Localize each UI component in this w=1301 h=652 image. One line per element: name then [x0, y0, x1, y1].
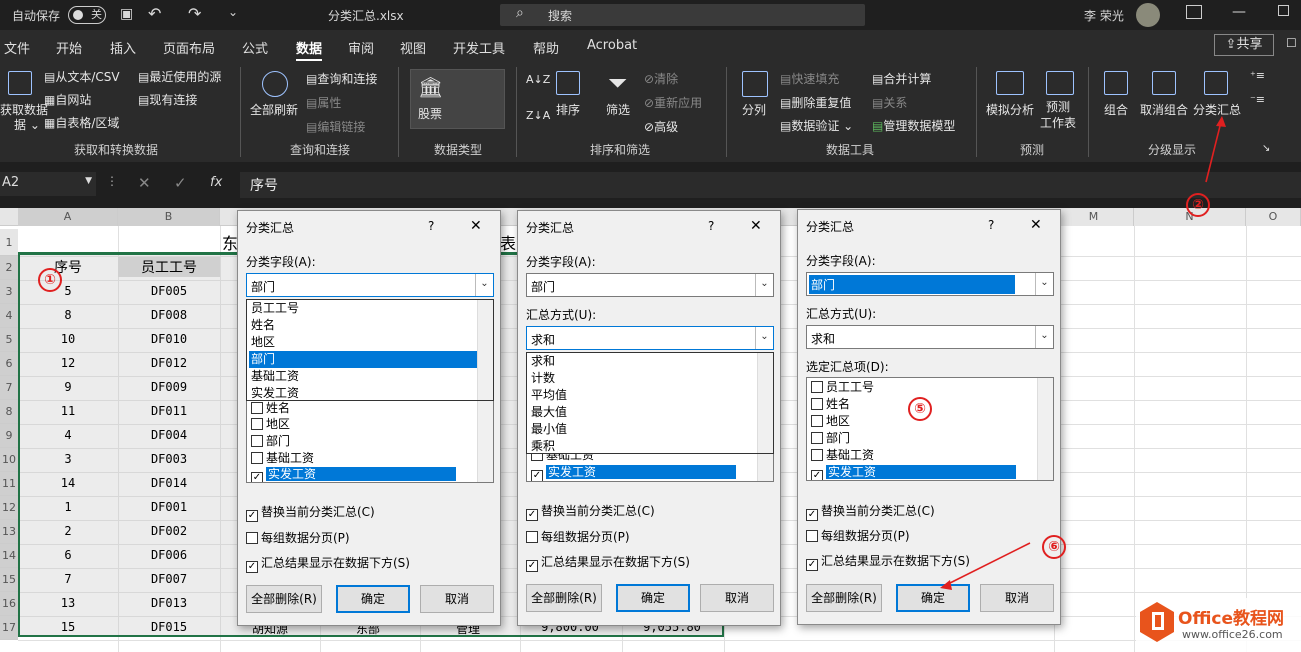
list-item[interactable]: 基础工资	[249, 368, 299, 385]
list-item[interactable]: 计数	[529, 370, 555, 387]
watermark: Office教程网 www.office26.com	[1136, 598, 1301, 652]
list-item[interactable]: 求和	[529, 353, 555, 370]
list-item[interactable]: 姓名	[249, 317, 275, 334]
watermark-url: www.office26.com	[1182, 628, 1283, 641]
list-item[interactable]: 地区	[249, 334, 275, 351]
watermark-brand: Office教程网	[1178, 609, 1285, 629]
list-item-selected[interactable]: 部门	[249, 351, 477, 368]
method-dropdown-list[interactable]: 求和 计数 平均值 最大值 最小值 乘积	[526, 352, 774, 454]
list-item[interactable]: 实发工资	[249, 385, 299, 400]
scrollbar[interactable]	[477, 300, 493, 400]
annotation-arrows	[940, 116, 1226, 590]
field-dropdown-list[interactable]: 员工工号 姓名 地区 部门 基础工资 实发工资	[246, 299, 494, 401]
list-item[interactable]: 平均值	[529, 387, 567, 404]
list-item[interactable]: 最小值	[529, 421, 567, 438]
list-item[interactable]: 最大值	[529, 404, 567, 421]
list-item[interactable]: 乘积	[529, 438, 555, 453]
scrollbar[interactable]	[757, 353, 773, 453]
list-item[interactable]: 员工工号	[249, 300, 299, 317]
